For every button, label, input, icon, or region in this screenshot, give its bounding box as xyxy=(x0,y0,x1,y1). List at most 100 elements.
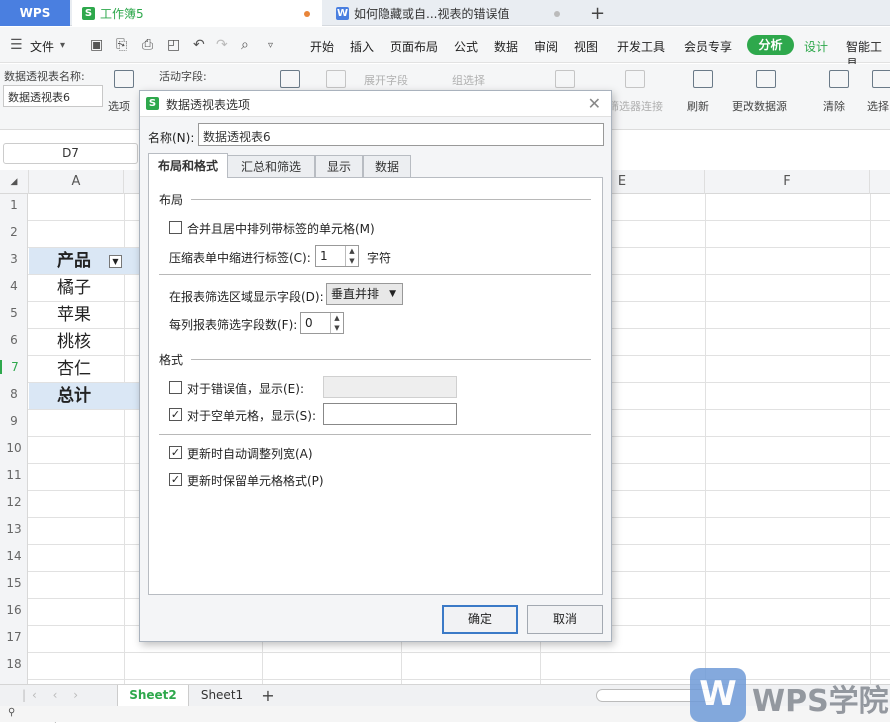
sheet-tab-sheet1[interactable]: Sheet1 xyxy=(189,685,255,706)
menu-formula[interactable]: 公式 xyxy=(454,38,478,55)
dialog-title-bar[interactable]: S 数据透视表选项 ✕ xyxy=(140,91,611,117)
sheet-nav-arrows-icon[interactable]: |‹ ‹ › ›| xyxy=(8,685,98,723)
spinner-arrows-icon[interactable]: ▲ ▼ xyxy=(330,313,343,333)
empty-cell-input[interactable] xyxy=(323,403,457,425)
pivot-name-input[interactable]: 数据透视表6 xyxy=(3,85,103,107)
cell-a7[interactable]: 杏仁 xyxy=(29,356,139,382)
pivot-name-field[interactable]: 数据透视表6 xyxy=(198,123,604,146)
row-header-10[interactable]: 10 xyxy=(0,441,28,455)
tab-summary-filter[interactable]: 汇总和筛选 xyxy=(227,155,315,178)
hamburger-icon[interactable]: ☰ xyxy=(10,37,23,53)
menu-member[interactable]: 会员专享 xyxy=(684,38,732,55)
clear-icon[interactable] xyxy=(829,70,849,88)
row-header-16[interactable]: 16 xyxy=(0,603,28,617)
ok-button[interactable]: 确定 xyxy=(442,605,518,634)
export-icon[interactable]: ⎘ xyxy=(116,37,127,53)
cell-a4[interactable]: 橘子 xyxy=(29,275,139,301)
sheet-tab-sheet2[interactable]: Sheet2 xyxy=(117,685,189,706)
divider xyxy=(159,434,591,435)
clear-button[interactable]: 清除 xyxy=(823,98,845,114)
menu-analyze[interactable]: 分析 xyxy=(747,35,794,55)
name-box[interactable]: D7 xyxy=(3,143,138,164)
error-value-checkbox[interactable] xyxy=(169,381,182,394)
row-header-7[interactable]: 7 xyxy=(0,360,28,374)
preview-icon[interactable]: ◰ xyxy=(167,37,180,53)
cell-a6[interactable]: 桃核 xyxy=(29,329,139,355)
indent-spinner[interactable]: 1 ▲ ▼ xyxy=(315,245,359,267)
row-header-11[interactable]: 11 xyxy=(0,468,28,482)
merge-center-checkbox[interactable] xyxy=(169,221,182,234)
row-header-14[interactable]: 14 xyxy=(0,549,28,563)
select-icon[interactable] xyxy=(872,70,890,88)
autofit-label: 更新时自动调整列宽(A) xyxy=(187,447,313,461)
options-button[interactable]: 选项 xyxy=(108,98,130,114)
search-icon[interactable]: ⌕ xyxy=(241,37,249,53)
select-all-corner[interactable]: ◢ xyxy=(0,170,29,194)
row-header-13[interactable]: 13 xyxy=(0,522,28,536)
menu-view[interactable]: 视图 xyxy=(574,38,598,55)
preserve-format-checkbox[interactable]: ✓ xyxy=(169,473,182,486)
menu-developer[interactable]: 开发工具 xyxy=(617,38,665,55)
fields-per-column-spinner[interactable]: 0 ▲ ▼ xyxy=(300,312,344,334)
title-bar: WPS S 工作簿5 W 如何隐藏或自...视表的错误值 + xyxy=(0,0,890,26)
cell-a5[interactable]: 苹果 xyxy=(29,302,139,328)
grid-line xyxy=(28,652,890,653)
filter-dropdown-icon[interactable]: ▼ xyxy=(109,255,122,268)
row-header-17[interactable]: 17 xyxy=(0,630,28,644)
tab-document[interactable]: W 如何隐藏或自...视表的错误值 xyxy=(326,0,572,26)
col-header-a[interactable]: A xyxy=(29,170,124,194)
undo-icon[interactable]: ↶ xyxy=(193,37,205,53)
fields-per-column-label: 每列报表筛选字段数(F): xyxy=(169,318,298,332)
cancel-button[interactable]: 取消 xyxy=(527,605,603,634)
new-tab-button[interactable]: + xyxy=(590,0,610,26)
field-settings-icon[interactable] xyxy=(280,70,300,88)
options-icon[interactable] xyxy=(114,70,134,88)
row-header-4[interactable]: 4 xyxy=(0,279,28,293)
close-icon[interactable]: ✕ xyxy=(588,94,601,113)
tab-display[interactable]: 显示 xyxy=(315,155,363,178)
row-header-1[interactable]: 1 xyxy=(0,198,28,212)
macro-icon[interactable]: ⚲ xyxy=(8,707,15,718)
change-source-icon[interactable] xyxy=(756,70,776,88)
filter-area-select[interactable]: 垂直并排 ▼ xyxy=(326,283,403,305)
menu-insert[interactable]: 插入 xyxy=(350,38,374,55)
filter-connect-button: 筛选器连接 xyxy=(608,100,663,113)
row-header-2[interactable]: 2 xyxy=(0,225,28,239)
compact-indent-label: 压缩表单中缩进行标签(C): xyxy=(169,251,311,265)
row-header-15[interactable]: 15 xyxy=(0,576,28,590)
chevron-down-icon[interactable]: ▾ xyxy=(60,40,65,51)
row-header-5[interactable]: 5 xyxy=(0,306,28,320)
row-header-8[interactable]: 8 xyxy=(0,387,28,401)
refresh-icon[interactable] xyxy=(693,70,713,88)
menu-data[interactable]: 数据 xyxy=(494,38,518,55)
empty-cell-checkbox[interactable]: ✓ xyxy=(169,408,182,421)
row-header-9[interactable]: 9 xyxy=(0,414,28,428)
change-source-button[interactable]: 更改数据源 xyxy=(732,98,787,114)
col-header-f[interactable]: F xyxy=(705,170,870,194)
more-icon[interactable]: ▿ xyxy=(268,40,273,51)
menu-review[interactable]: 审阅 xyxy=(534,38,558,55)
tab-layout-format[interactable]: 布局和格式 xyxy=(148,153,228,178)
add-sheet-button[interactable]: + xyxy=(258,685,278,706)
menu-page-layout[interactable]: 页面布局 xyxy=(390,38,438,55)
row-header-6[interactable]: 6 xyxy=(0,333,28,347)
cell-a3-product-header[interactable]: 产品 ▼ xyxy=(29,248,139,274)
menu-start[interactable]: 开始 xyxy=(310,38,334,55)
menu-file[interactable]: 文件 xyxy=(30,38,54,55)
tab-data[interactable]: 数据 xyxy=(363,155,411,178)
select-button[interactable]: 选择 xyxy=(867,98,889,114)
row-header-3[interactable]: 3 xyxy=(0,252,28,266)
tab-workbook-label: 工作簿5 xyxy=(100,6,144,21)
row-header-18[interactable]: 18 xyxy=(0,657,28,671)
redo-icon[interactable]: ↷ xyxy=(216,37,228,53)
print-icon[interactable]: ⎙ xyxy=(142,37,153,53)
autofit-checkbox[interactable]: ✓ xyxy=(169,446,182,459)
row-header-12[interactable]: 12 xyxy=(0,495,28,509)
tab-wps-home[interactable]: WPS xyxy=(0,0,70,26)
tab-workbook[interactable]: S 工作簿5 xyxy=(72,0,322,26)
spinner-arrows-icon[interactable]: ▲ ▼ xyxy=(345,246,358,266)
menu-design[interactable]: 设计 xyxy=(804,38,828,55)
cell-a8-total[interactable]: 总计 xyxy=(29,383,139,409)
refresh-button[interactable]: 刷新 xyxy=(687,98,709,114)
save-icon[interactable]: ▣ xyxy=(90,37,103,53)
